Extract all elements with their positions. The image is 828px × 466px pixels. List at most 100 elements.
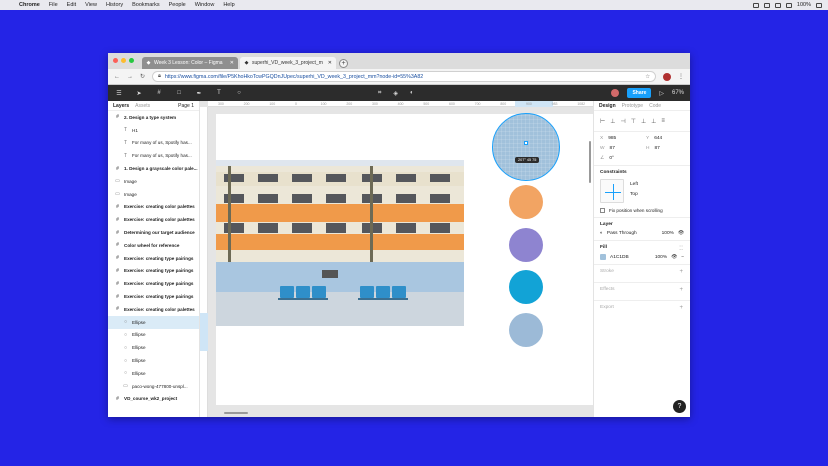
rotation-field[interactable]: ∠ 0° — [600, 156, 646, 161]
layer-row[interactable]: ▭ Image — [108, 175, 199, 188]
component-icon[interactable]: ⌗ — [378, 90, 381, 97]
menu-chrome[interactable]: Chrome — [19, 2, 40, 8]
menu-history[interactable]: History — [106, 2, 123, 8]
layer-row[interactable]: ○ Ellipse — [108, 354, 199, 367]
zoom-level[interactable]: 67% — [672, 90, 684, 96]
close-tab-icon[interactable]: ✕ — [230, 60, 234, 66]
y-field[interactable]: Y 644 — [646, 136, 686, 141]
color-circle[interactable] — [509, 185, 543, 219]
color-circle[interactable] — [492, 113, 560, 181]
align-center-h-icon[interactable]: ⊥ — [610, 118, 615, 125]
layer-row[interactable]: ○ Ellipse — [108, 367, 199, 380]
back-arrow-icon[interactable]: ← — [114, 74, 120, 80]
profile-avatar[interactable] — [663, 72, 671, 81]
align-center-v-icon[interactable]: ⊥ — [641, 118, 646, 125]
frame-tool-icon[interactable]: # — [154, 90, 164, 96]
battery-icon[interactable] — [816, 2, 822, 8]
x-field[interactable]: X 985 — [600, 136, 646, 141]
horizontal-scrollbar[interactable] — [224, 412, 248, 414]
selection-handle[interactable] — [524, 141, 528, 145]
align-right-icon[interactable]: ⊣ — [620, 118, 625, 125]
align-bottom-icon[interactable]: ⊥ — [651, 118, 656, 125]
menu-people[interactable]: People — [169, 2, 186, 8]
browser-tab-figma[interactable]: ◆ Week 3 Lesson: Color – Figma ✕ — [142, 57, 238, 69]
play-icon[interactable]: ▷ — [659, 90, 664, 97]
add-stroke-icon[interactable]: + — [679, 269, 683, 275]
visibility-eye-icon[interactable]: 👁︎ — [678, 231, 684, 236]
layer-opacity[interactable]: 100% — [662, 231, 674, 236]
tab-prototype[interactable]: Prototype — [622, 103, 643, 109]
layer-row[interactable]: ▭ paco-wong-477800-unspl... — [108, 380, 199, 393]
menu-view[interactable]: View — [85, 2, 97, 8]
add-export-icon[interactable]: + — [679, 305, 683, 311]
help-button[interactable]: ? — [673, 400, 686, 413]
url-field[interactable]: 🔒︎ https://www.figma.com/file/P5KhoHkoTc… — [152, 71, 656, 82]
tab-design[interactable]: Design — [599, 103, 616, 109]
close-window-button[interactable] — [113, 58, 118, 63]
status-icon[interactable] — [752, 2, 759, 8]
layer-row[interactable]: # Exercise: creating type pairings — [108, 277, 199, 290]
layer-row[interactable]: T For many of us, Spotify has... — [108, 137, 199, 150]
layer-row[interactable]: # Exercise: creating color palettes — [108, 303, 199, 316]
status-icon[interactable] — [774, 2, 781, 8]
layer-row[interactable]: ○ Ellipse — [108, 329, 199, 342]
contrast-icon[interactable]: ◐ — [410, 90, 414, 97]
user-avatar[interactable] — [611, 89, 620, 97]
layer-row[interactable]: # VD_course_wk2_project — [108, 393, 199, 406]
layer-row[interactable]: ▭ Image — [108, 188, 199, 201]
page-selector[interactable]: Page 1 — [178, 103, 194, 109]
color-circle[interactable] — [509, 227, 543, 262]
fill-style-icon[interactable]: ⁚⁚ — [679, 245, 683, 252]
new-tab-button[interactable]: + — [339, 58, 348, 68]
align-top-icon[interactable]: ⊤ — [631, 118, 636, 125]
constraint-vertical-select[interactable]: Top — [630, 192, 638, 197]
menu-bookmarks[interactable]: Bookmarks — [132, 2, 160, 8]
wifi-icon[interactable] — [785, 2, 792, 8]
tab-assets[interactable]: Assets — [135, 103, 150, 109]
move-tool-icon[interactable]: ➤ — [134, 90, 144, 97]
color-circle[interactable] — [509, 312, 543, 347]
fix-position-checkbox[interactable]: Fix position when scrolling — [600, 208, 684, 213]
fill-swatch[interactable] — [600, 254, 606, 260]
tab-layers[interactable]: Layers — [113, 103, 129, 109]
layer-row[interactable]: T H1 — [108, 124, 199, 137]
pen-tool-icon[interactable]: ✒ — [194, 90, 204, 97]
vertical-scrollbar[interactable] — [589, 141, 591, 183]
layer-row[interactable]: #1. Design a grayscale color pale... — [108, 162, 199, 175]
layer-row[interactable]: # Exercise: creating color palettes — [108, 201, 199, 214]
color-circle[interactable] — [509, 270, 543, 304]
more-menu-icon[interactable]: ⋮ — [678, 73, 684, 80]
bookmark-star-icon[interactable]: ☆ — [645, 74, 650, 80]
remove-fill-icon[interactable]: − — [681, 255, 684, 260]
forward-arrow-icon[interactable]: → — [127, 74, 133, 80]
layer-row[interactable]: ○ Ellipse — [108, 341, 199, 354]
h-field[interactable]: H 87 — [646, 146, 686, 151]
align-left-icon[interactable]: ⊢ — [600, 118, 605, 125]
tab-code[interactable]: Code — [649, 103, 661, 109]
text-tool-icon[interactable]: T — [214, 90, 224, 96]
layer-row[interactable]: # Exercise: creating color palettes — [108, 213, 199, 226]
layer-row[interactable]: #2. Design a type system — [108, 111, 199, 124]
blend-mode-select[interactable]: Pass Through — [607, 231, 637, 236]
comment-tool-icon[interactable]: ○ — [234, 90, 244, 96]
canvas[interactable]: 300 200 100 0 100 200 300 400 500 600 700 800 900 983… — [200, 101, 593, 417]
layer-row[interactable]: # Color wheel for reference — [108, 239, 199, 252]
fill-opacity[interactable]: 100% — [655, 255, 667, 260]
layer-row[interactable]: # Determining our target audience — [108, 226, 199, 239]
shape-tool-icon[interactable]: □ — [174, 90, 184, 96]
add-effect-icon[interactable]: + — [679, 287, 683, 293]
menu-file[interactable]: File — [49, 2, 58, 8]
layer-row[interactable]: # Exercise: creating type pairings — [108, 252, 199, 265]
fill-eye-icon[interactable]: 👁︎ — [671, 255, 677, 260]
distribute-icon[interactable]: ≡ — [661, 118, 665, 124]
boolean-icon[interactable]: ◈ — [393, 90, 398, 97]
status-icon[interactable] — [763, 2, 770, 8]
layer-row[interactable]: # Exercise: creating type pairings — [108, 290, 199, 303]
close-tab-icon[interactable]: ✕ — [328, 60, 332, 66]
reload-icon[interactable]: ↻ — [140, 73, 145, 80]
menu-edit[interactable]: Edit — [67, 2, 76, 8]
constraint-horizontal-select[interactable]: Left — [630, 182, 638, 187]
constraints-widget[interactable] — [600, 179, 624, 203]
layer-row[interactable]: # Exercise: creating type pairings — [108, 265, 199, 278]
w-field[interactable]: W 87 — [600, 146, 646, 151]
